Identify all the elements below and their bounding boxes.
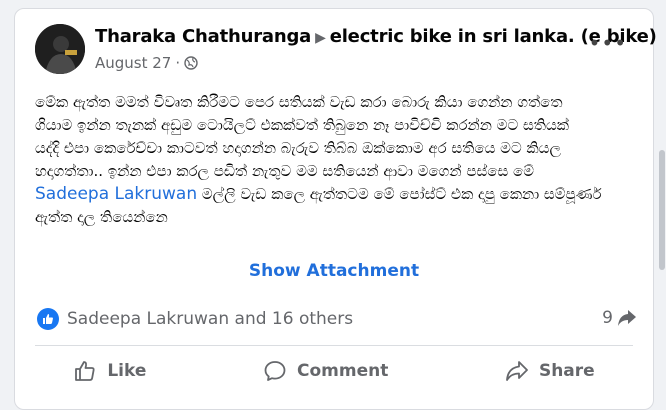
author-avatar[interactable] xyxy=(35,24,85,74)
post-meta: August 27 · xyxy=(95,54,198,72)
share-arrow-icon xyxy=(618,310,636,326)
more-options-button[interactable]: ••• xyxy=(589,31,627,55)
share-count[interactable]: 9 xyxy=(602,308,637,328)
action-divider xyxy=(35,345,633,346)
post-line: ගියාම ඉන්න තැනක් අඩුම ටොයිලට් එකක්වත් ති… xyxy=(35,116,569,134)
comment-label: Comment xyxy=(296,361,389,381)
post-card: Tharaka Chathuranga ▶ electric bike in sri… xyxy=(14,8,657,410)
comment-bubble-icon xyxy=(264,361,286,381)
share-label: Share xyxy=(538,361,595,381)
author-name[interactable]: Tharaka Chathuranga xyxy=(95,26,311,47)
post-date[interactable]: August 27 xyxy=(95,54,171,72)
comment-button[interactable]: Comment xyxy=(263,359,388,383)
thumbs-up-icon xyxy=(75,361,95,381)
reactions-text: Sadeepa Lakruwan and 16 others xyxy=(67,309,354,329)
mention-link[interactable]: Sadeepa Lakruwan xyxy=(35,184,197,204)
meta-separator: · xyxy=(175,54,181,72)
post-line: මේක ඇත්ත මමත් විවෘත කිරීමට පෙර සතියක් වැ… xyxy=(35,93,563,111)
post-line: යද්දි එපා කෙරේච්චා කාටවත් හදාගන්න බැරුව … xyxy=(35,139,561,157)
like-label: Like xyxy=(107,361,147,381)
caret-right-icon: ▶ xyxy=(315,30,326,46)
page-scrollbar[interactable] xyxy=(659,150,665,270)
post-line-mention: Sadeepa Lakruwan මල්ලි වැඩ කලෙ ඇත්තටම මේ… xyxy=(35,183,637,206)
share-icon xyxy=(506,361,528,381)
post-header: Tharaka Chathuranga ▶ electric bike in sri… xyxy=(95,26,657,47)
share-button[interactable]: Share xyxy=(505,359,595,383)
show-attachment-link[interactable]: Show Attachment xyxy=(15,261,653,281)
post-line-rest: මල්ලි වැඩ කලෙ ඇත්තටම මේ පෝස්ට් එක දාපු ක… xyxy=(197,185,602,203)
post-line: ඇත්ත දාල තියෙන්නෙ xyxy=(35,208,168,226)
person-avatar-icon xyxy=(35,24,85,74)
like-reaction-icon xyxy=(37,308,59,330)
action-bar: Like Comment Share xyxy=(15,354,653,388)
share-count-value: 9 xyxy=(602,308,613,328)
like-button[interactable]: Like xyxy=(73,359,146,383)
reactions-summary[interactable]: Sadeepa Lakruwan and 16 others xyxy=(37,308,353,330)
post-line: හදාගත්තා.. ඉන්න එපා කරල පඩිත් නැතුව මම ස… xyxy=(35,162,535,180)
globe-icon xyxy=(184,56,198,70)
post-body: මේක ඇත්ත මමත් විවෘත කිරීමට පෙර සතියක් වැ… xyxy=(35,91,637,229)
